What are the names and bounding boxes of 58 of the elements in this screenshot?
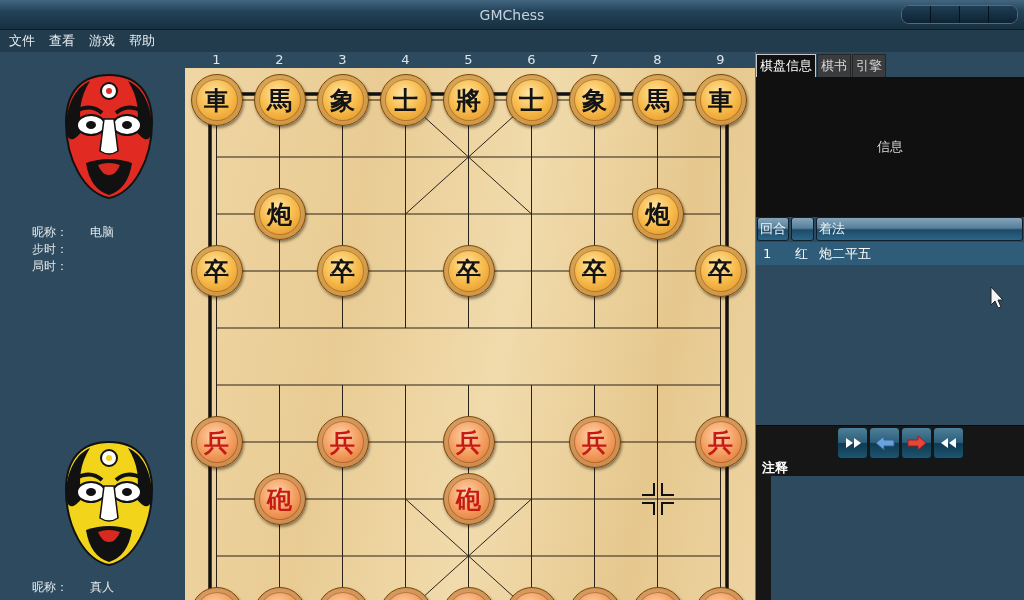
tab[interactable]: 棋盘信息 [756,54,816,77]
chess-piece[interactable]: 車 [694,74,747,126]
table-cell-text: 红 [794,244,809,263]
info-text: 信息 [877,138,903,156]
file-number: 5 [464,52,473,68]
chess-piece[interactable]: 馬 [631,74,684,126]
tab[interactable]: 引擎 [852,54,886,77]
right-arrow-icon [906,436,927,450]
notes-label: 注释 [761,459,789,476]
fast-forward-button[interactable] [837,427,868,459]
field-label: 步时： [32,241,69,258]
file-number: 8 [653,52,662,68]
chess-piece[interactable]: 馬 [253,74,306,126]
rewind-button[interactable] [933,427,964,459]
chess-piece[interactable]: 卒 [442,245,495,297]
back-button[interactable] [869,427,900,459]
tab[interactable]: 棋书 [817,54,851,77]
menu-item[interactable]: 游戏 [83,30,121,52]
window-title: GMChess [479,6,545,23]
chess-piece[interactable]: 士 [505,74,558,126]
mouse-pointer-icon [990,286,1004,309]
move-row[interactable]: 1 红 炮二平五 [756,242,1024,265]
file-number: 9 [716,52,725,68]
chess-piece[interactable]: 車 [190,74,243,126]
menu-item[interactable]: 文件 [3,30,41,52]
chess-piece[interactable]: 將 [442,74,495,126]
field-label: 昵称： [32,579,69,596]
table-cell-text: 1 [762,246,773,261]
column-header[interactable]: 着法 [816,217,1023,241]
column-header[interactable] [791,217,814,241]
chess-piece[interactable]: 卒 [190,245,243,297]
table-cell-text: 炮二平五 [818,244,871,263]
field-label: 昵称： [32,224,69,241]
chess-piece[interactable]: 象 [568,74,621,126]
field-value: 电脑 [90,224,114,241]
file-number: 4 [401,52,410,68]
chess-piece[interactable]: 炮 [253,188,306,240]
corner-bracket-marker-icon [640,482,675,516]
menu-item[interactable]: 帮助 [123,30,161,52]
chess-piece[interactable]: 象 [316,74,369,126]
window-control-button[interactable] [988,6,1017,23]
chess-piece[interactable]: 炮 [631,188,684,240]
file-number: 3 [338,52,347,68]
file-number: 7 [590,52,599,68]
file-number: 2 [275,52,284,68]
file-number: 1 [212,52,221,68]
field-value: 真人 [90,579,114,596]
field-label: 局时： [32,258,69,275]
menu-item[interactable]: 查看 [43,30,81,52]
chess-piece[interactable]: 士 [379,74,432,126]
chess-piece[interactable]: 卒 [316,245,369,297]
chess-piece[interactable]: 卒 [694,245,747,297]
column-header[interactable]: 回合 [757,217,789,241]
notes-field[interactable] [771,476,1024,600]
forward-button[interactable] [901,427,932,459]
left-arrow-icon [874,436,895,450]
file-number: 6 [527,52,536,68]
chess-piece[interactable]: 卒 [568,245,621,297]
